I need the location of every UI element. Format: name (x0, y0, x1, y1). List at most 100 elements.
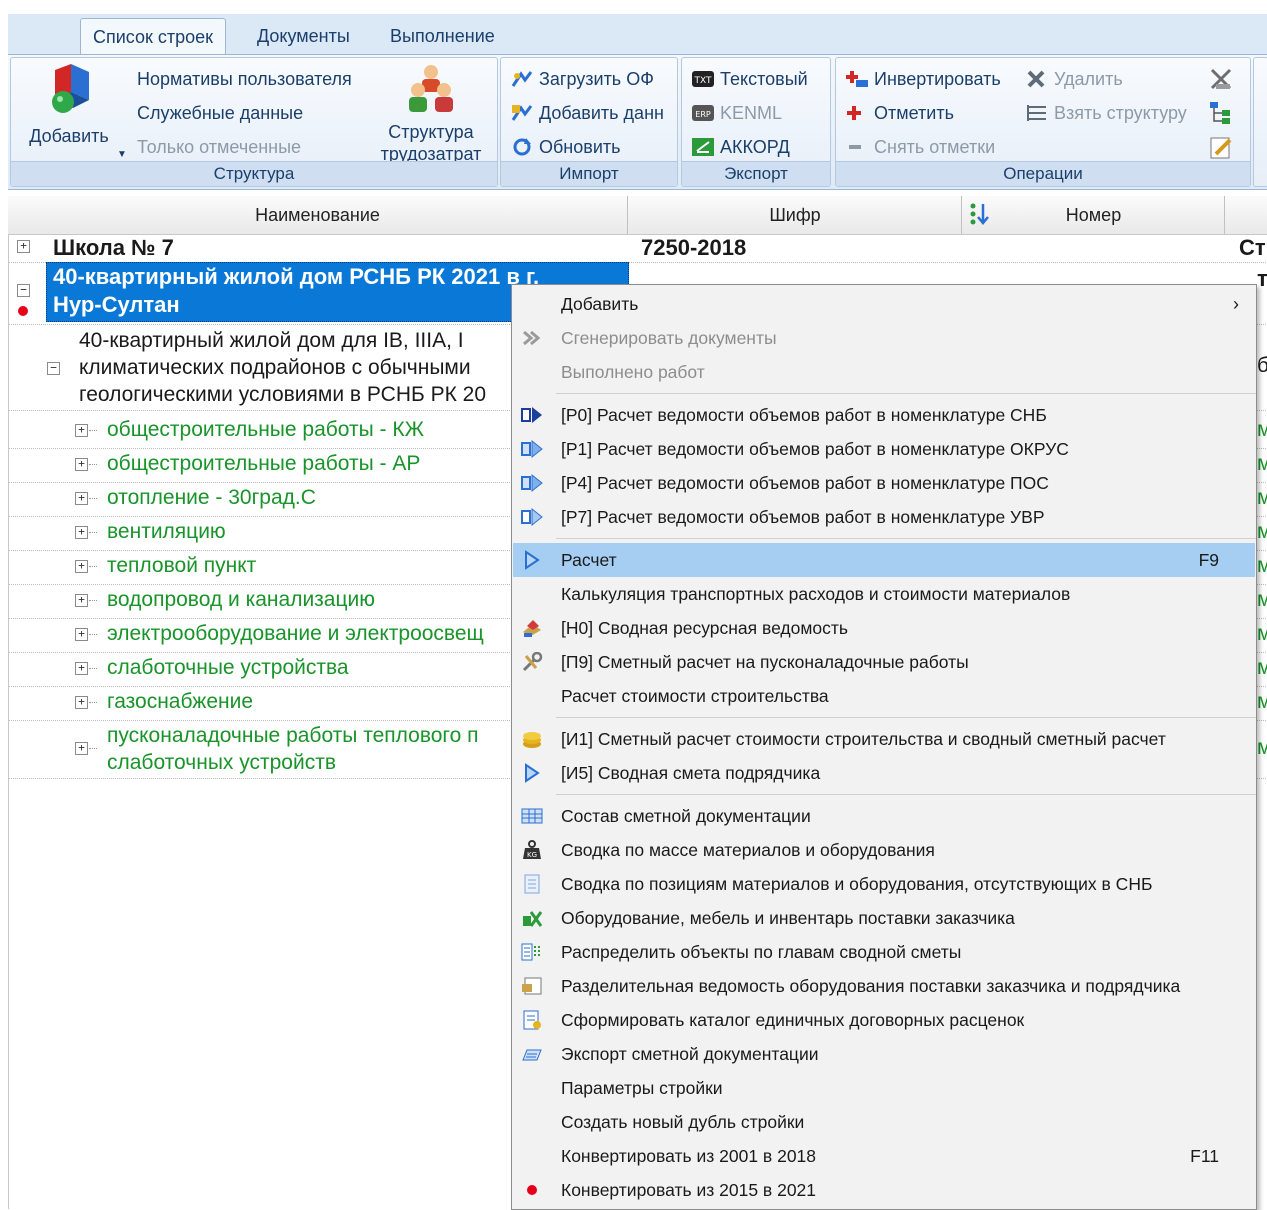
menu-item-label: Разделительная ведомость оборудования по… (561, 976, 1181, 996)
child-name-line-2: слаботочных устройств (107, 751, 336, 774)
export-text-button[interactable]: TXT Текстовый (692, 68, 808, 90)
menu-item-mass[interactable]: KG Сводка по массе материалов и оборудов… (513, 833, 1255, 867)
expand-icon[interactable]: + (75, 492, 88, 505)
menu-item-convert-2015[interactable]: Конвертировать из 2015 в 2021 (513, 1173, 1255, 1207)
menu-item-calc[interactable]: Расчет F9 (513, 543, 1255, 577)
tab-execution[interactable]: Выполнение (390, 18, 495, 54)
description-line-1: 40-квартирный жилой дом для IB, IIIA, I (79, 329, 464, 352)
wrench-icon (522, 652, 543, 672)
weight-icon: KG (523, 840, 541, 859)
menu-item-p0[interactable]: [Р0] Расчет ведомости объемов работ в но… (513, 398, 1255, 432)
menu-item-catalog[interactable]: Сформировать каталог единичных договорны… (513, 1003, 1255, 1037)
description-line-3: геологическими условиями в РСНБ РК 20 (79, 383, 487, 406)
menu-item-label: Добавить (561, 294, 639, 314)
menu-item-add[interactable]: Добавить › (513, 287, 1255, 321)
context-menu: Добавить › Сгенерировать документы Выпол… (511, 284, 1257, 1210)
marked-indicator-icon (18, 306, 28, 316)
labor-structure-button[interactable]: Структура трудозатрат (375, 62, 487, 165)
collapse-icon[interactable]: − (47, 362, 60, 375)
menu-item-label: Сформировать каталог единичных договорны… (561, 1010, 1025, 1030)
unmark-button[interactable]: Снять отметки (846, 136, 995, 158)
minus-icon (849, 145, 861, 149)
export-kenml-button[interactable]: ERP KENML (692, 102, 782, 124)
column-header-code[interactable]: Шифр (629, 196, 962, 234)
expand-icon[interactable]: + (75, 662, 88, 675)
run-calc-icon (521, 473, 543, 493)
chevron-right-icon: › (1233, 294, 1239, 314)
expand-icon[interactable]: + (75, 628, 88, 641)
expand-icon[interactable]: + (75, 696, 88, 709)
child-number: м (1257, 418, 1267, 441)
load-of-button[interactable]: Загрузить ОФ (511, 68, 654, 90)
tools-icon[interactable] (1208, 66, 1236, 92)
ribbon-group-export: TXT Текстовый ERP KENML АККОРД Экспорт (681, 57, 831, 187)
shortcut-label: F9 (1198, 550, 1219, 570)
menu-item-p4[interactable]: [Р4] Расчет ведомости объемов работ в но… (513, 466, 1255, 500)
expand-icon[interactable]: + (75, 594, 88, 607)
sort-icon[interactable] (969, 202, 995, 226)
child-number: м (1257, 554, 1267, 577)
erp-icon: ERP (692, 105, 714, 121)
menu-item-build-cost[interactable]: Расчет стоимости строительства (513, 679, 1255, 713)
column-header-name[interactable]: Наименование (8, 196, 628, 234)
export-akkord-button[interactable]: АККОРД (692, 136, 790, 158)
expand-icon[interactable]: + (75, 742, 88, 755)
add-data-button[interactable]: Добавить данн (511, 102, 673, 124)
menu-item-h0[interactable]: [Н0] Сводная ресурсная ведомость (513, 611, 1255, 645)
menu-item-duplicate[interactable]: Создать новый дубль стройки (513, 1105, 1255, 1139)
menu-item-p7[interactable]: [Р7] Расчет ведомости объемов работ в но… (513, 500, 1255, 534)
menu-item-composition[interactable]: Состав сметной документации (513, 799, 1255, 833)
expand-icon[interactable]: + (75, 560, 88, 573)
user-norms-button[interactable]: Нормативы пользователя (137, 68, 352, 90)
menu-item-p1[interactable]: [Р1] Расчет ведомости объемов работ в но… (513, 432, 1255, 466)
expand-icon[interactable]: + (75, 424, 88, 437)
edit-note-icon[interactable] (1208, 134, 1236, 160)
child-number: м (1257, 452, 1267, 475)
menu-item-equipment[interactable]: Оборудование, мебель и инвентарь поставк… (513, 901, 1255, 935)
invert-button[interactable]: Инвертировать (846, 68, 1001, 90)
child-number: м (1257, 520, 1267, 543)
run-calc-icon (521, 507, 543, 527)
menu-item-i1[interactable]: [И1] Сметный расчет стоимости строительс… (513, 722, 1255, 756)
refresh-button[interactable]: Обновить (511, 136, 621, 158)
menu-item-transport[interactable]: Калькуляция транспортных расходов и стои… (513, 577, 1255, 611)
add-button[interactable]: Добавить ▼ (17, 62, 127, 160)
tab-rows-list[interactable]: Список строек (80, 18, 227, 55)
menu-item-label: [Р7] Расчет ведомости объемов работ в но… (561, 507, 1045, 527)
ribbon-group-structure: Добавить ▼ Нормативы пользователя Служеб… (10, 57, 498, 187)
expand-icon[interactable]: + (75, 458, 88, 471)
menu-item-p9[interactable]: [П9] Сметный расчет на пусконаладочные р… (513, 645, 1255, 679)
collapse-icon[interactable]: − (17, 284, 30, 297)
menu-item-label: Сгенерировать документы (561, 328, 777, 348)
column-header-number[interactable]: Номер (963, 196, 1225, 234)
distribute-icon (521, 943, 540, 961)
expand-icon[interactable]: + (17, 240, 30, 253)
tree-row-school[interactable]: + Школа № 7 7250-2018 Ст (9, 234, 1267, 263)
menu-item-export-docs[interactable]: Экспорт сметной документации (513, 1037, 1255, 1071)
svg-text:ERP: ERP (695, 110, 711, 119)
menu-item-separate[interactable]: Разделительная ведомость оборудования по… (513, 969, 1255, 1003)
take-structure-button[interactable]: Взять структуру (1026, 102, 1187, 124)
menu-item-distribute[interactable]: Распределить объекты по главам сводной с… (513, 935, 1255, 969)
plus-icon (847, 106, 861, 120)
only-marked-button[interactable]: Только отмеченные (137, 136, 301, 158)
menu-item-done[interactable]: Выполнено работ (513, 355, 1255, 389)
ribbon-tab-bar: Список строек Документы Выполнение (8, 14, 1267, 55)
menu-item-convert-2001[interactable]: Конвертировать из 2001 в 2018 F11 (513, 1139, 1255, 1173)
furniture-icon (523, 911, 543, 927)
menu-item-params[interactable]: Параметры стройки (513, 1071, 1255, 1105)
menu-item-i5[interactable]: [И5] Сводная смета подрядчика (513, 756, 1255, 790)
child-name: газоснабжение (107, 690, 254, 713)
delete-button[interactable]: Удалить (1026, 68, 1123, 90)
menu-item-label: Параметры стройки (561, 1078, 723, 1098)
menu-item-missing[interactable]: Сводка по позициям материалов и оборудов… (513, 867, 1255, 901)
tree-structure-icon[interactable] (1208, 100, 1236, 126)
expand-icon[interactable]: + (75, 526, 88, 539)
resources-icon (523, 620, 541, 637)
mark-button[interactable]: Отметить (846, 102, 954, 124)
svg-text:KG: KG (527, 851, 537, 859)
tab-documents[interactable]: Документы (257, 18, 350, 54)
menu-item-label: Расчет стоимости строительства (561, 686, 829, 706)
service-data-button[interactable]: Служебные данные (137, 102, 303, 124)
menu-item-generate[interactable]: Сгенерировать документы (513, 321, 1255, 355)
